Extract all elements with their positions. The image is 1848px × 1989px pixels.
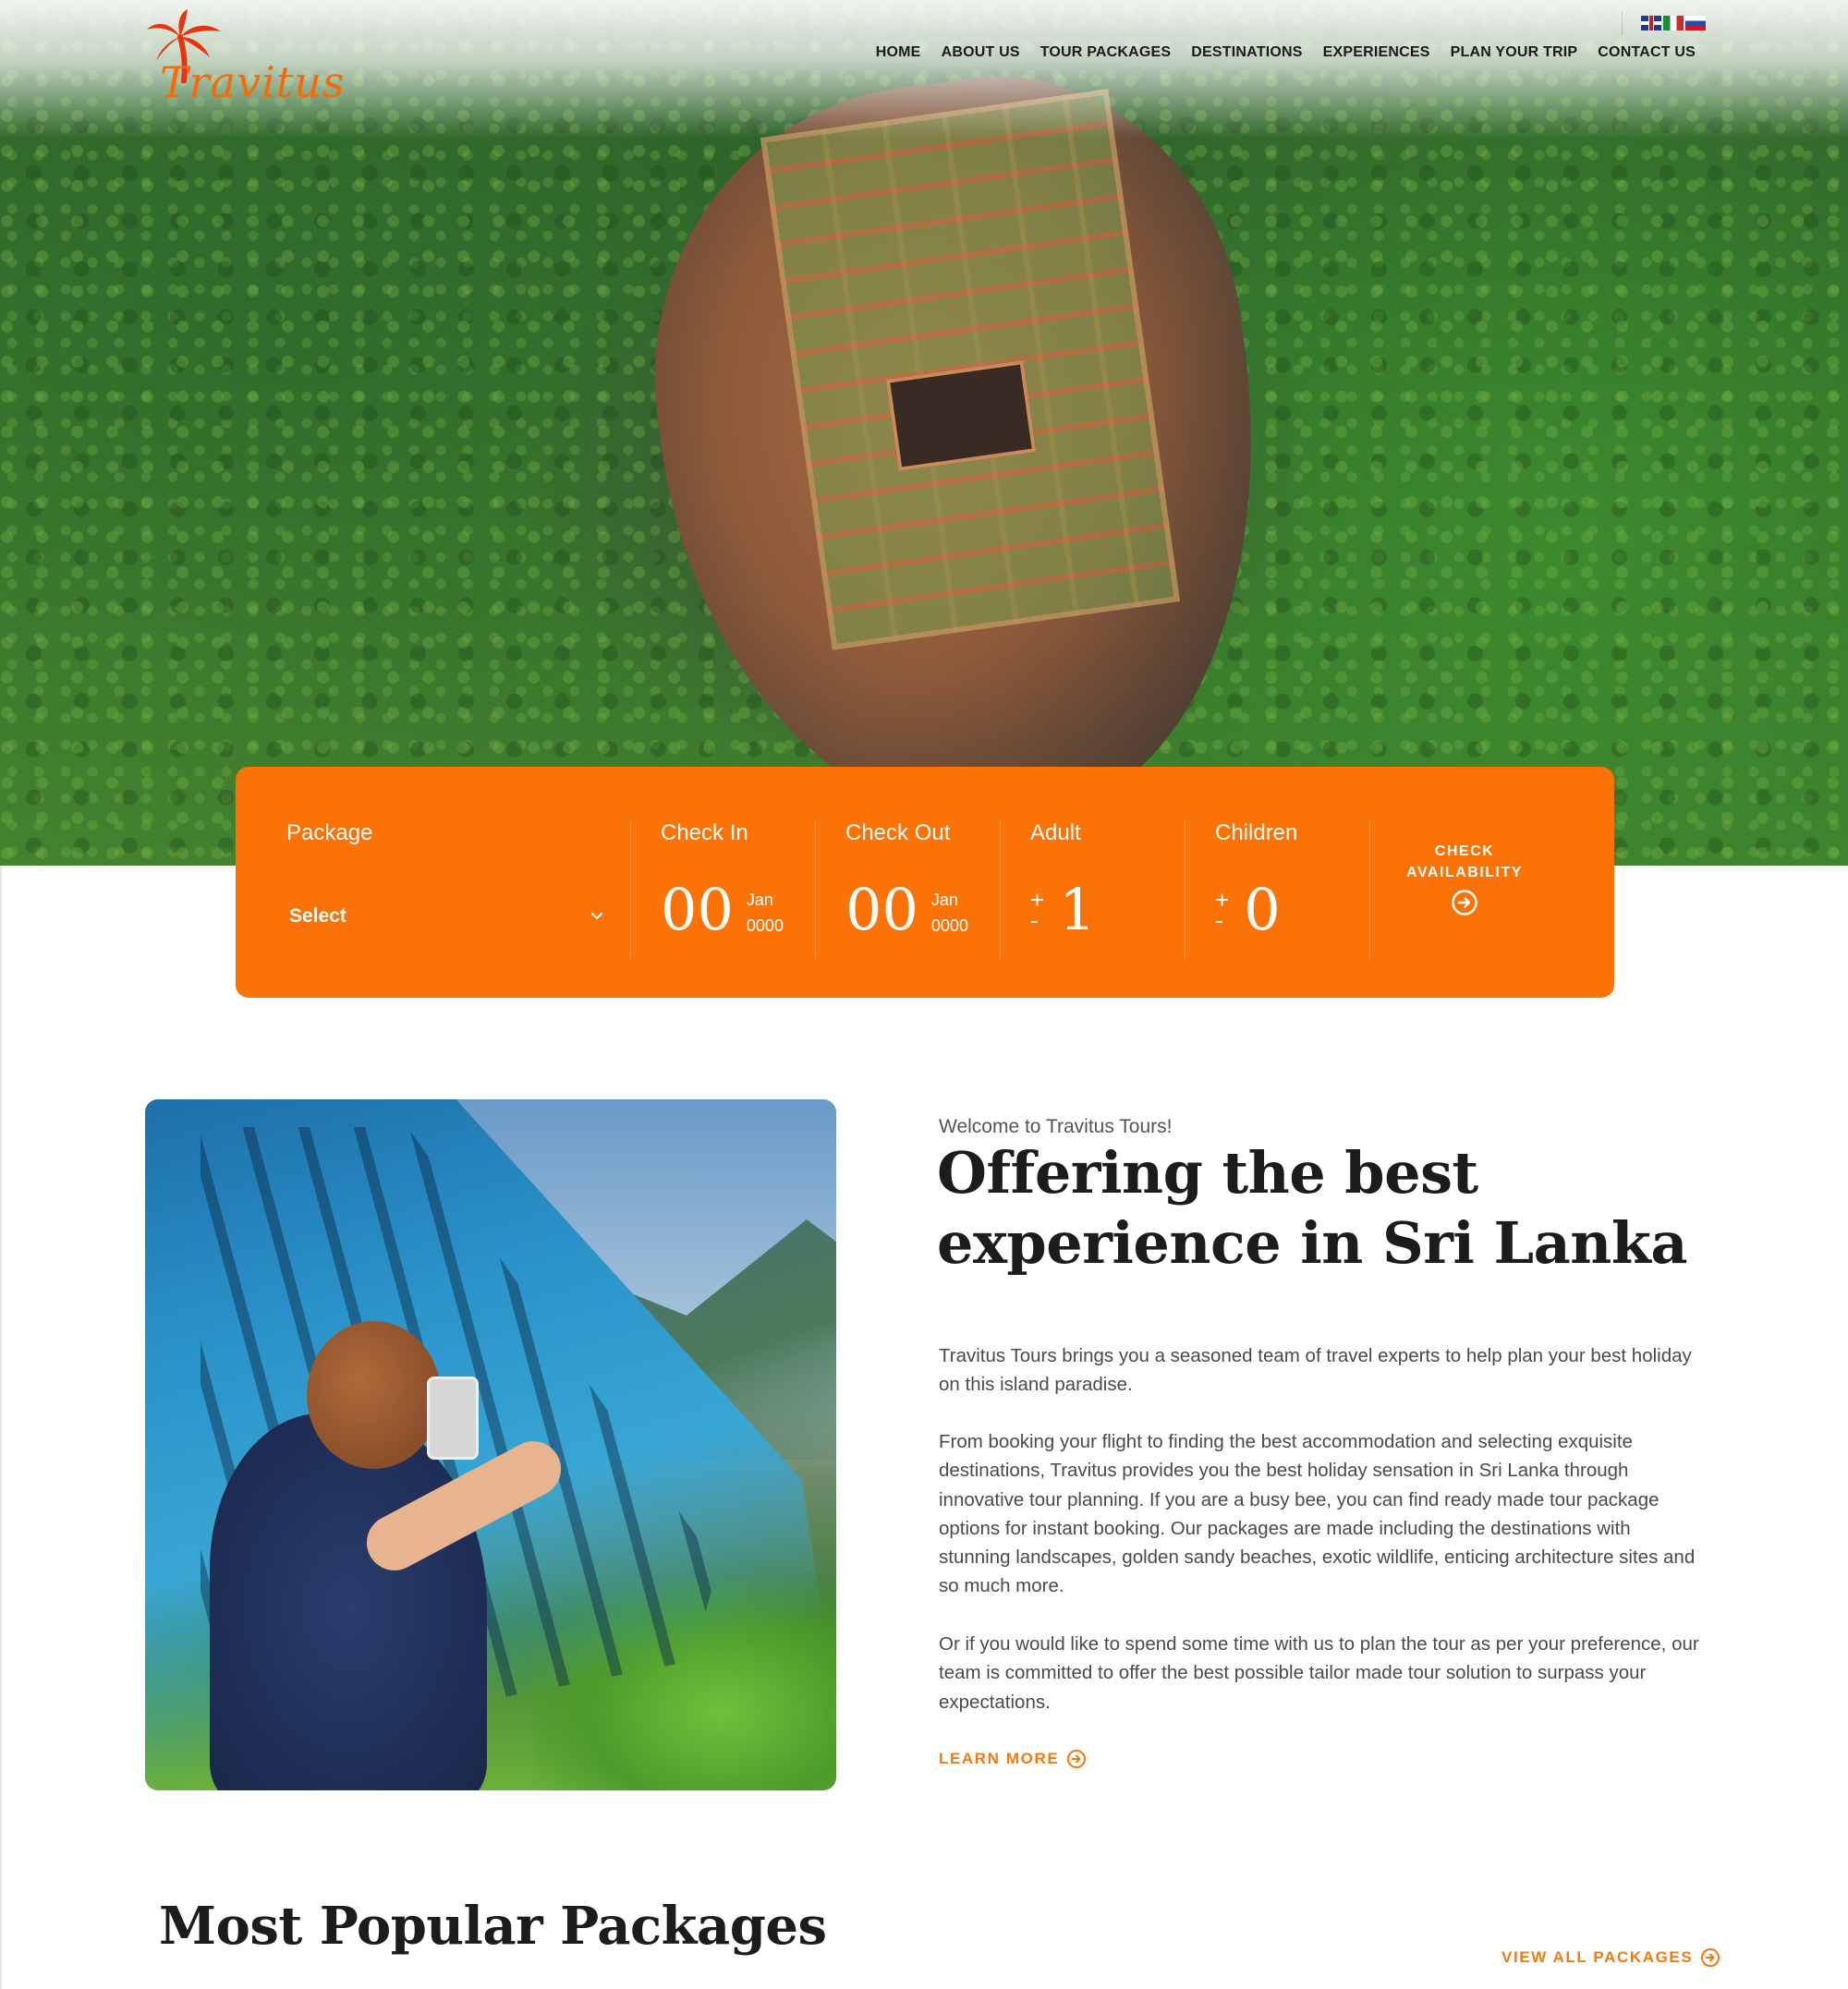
arrow-circle-right-icon [1067,1750,1087,1768]
check-in-day: 00 [661,876,734,943]
booking-divider [630,820,631,959]
uk-flag-icon[interactable] [1641,16,1661,30]
learn-more-link[interactable]: LEARN MORE [939,1749,1087,1769]
about-paragraph-3: Or if you would like to spend some time … [939,1633,1699,1713]
check-in-year: 0000 [746,916,784,935]
about-paragraph-1: Travitus Tours brings you a seasoned tea… [939,1345,1692,1396]
check-availability-button[interactable]: CHECK AVAILABILITY [1368,841,1562,923]
check-out-label: Check Out [845,820,951,845]
adult-count: 1 [1059,876,1096,943]
nav-tour-packages[interactable]: TOUR PACKAGES [1040,44,1172,61]
children-stepper: + - 0 [1215,878,1281,942]
logo-text: Travitus [160,57,346,107]
popular-packages-title: Most Popular Packages [159,1896,827,1957]
package-select-value: Select [289,905,346,927]
hero-pond [885,360,1037,471]
booking-form: Package Select Check In 00 Jan 0000 Chec… [236,767,1614,998]
russia-flag-icon[interactable] [1685,16,1706,30]
check-out-month: Jan [930,891,958,909]
welcome-text: Welcome to Travitus Tours! [939,1116,1173,1137]
nav-about-us[interactable]: ABOUT US [942,44,1020,61]
check-out-month-year: Jan 0000 [931,887,968,939]
check-out-day: 00 [845,876,918,943]
nav-contact-us[interactable]: CONTACT US [1598,44,1696,61]
check-in-month-year: Jan 0000 [747,887,784,939]
photo-woman-head [307,1321,441,1469]
hero-banner [0,0,1848,866]
package-label: Package [286,820,373,845]
children-label: Children [1215,820,1298,845]
children-stepper-buttons: + - [1215,888,1229,932]
view-all-packages-link[interactable]: VIEW ALL PACKAGES [1502,1947,1720,1968]
nav-plan-your-trip[interactable]: PLAN YOUR TRIP [1451,44,1578,61]
chevron-down-icon [591,913,602,920]
about-headline: Offering the best experience in Sri Lank… [937,1138,1695,1279]
travitus-logo[interactable]: Travitus [143,9,345,120]
booking-divider [1000,820,1001,959]
children-minus-button[interactable]: - [1215,908,1229,932]
photo-woman [210,1413,487,1790]
package-select[interactable]: Select [289,898,603,935]
language-switcher [1622,11,1706,35]
check-availability-line2: AVAILABILITY [1406,865,1523,880]
nav-destinations[interactable]: DESTINATIONS [1191,44,1302,61]
adult-minus-button[interactable]: - [1030,908,1044,932]
train-travel-photo [145,1099,836,1790]
view-all-packages-label: VIEW ALL PACKAGES [1502,1948,1694,1966]
check-out-date[interactable]: 00 Jan 0000 [845,878,968,942]
page-edge [0,866,2,1989]
adult-label: Adult [1030,820,1081,845]
photo-phone [427,1377,479,1460]
check-out-year: 0000 [930,916,968,935]
check-availability-line1: CHECK [1434,843,1495,859]
about-paragraph-2: From booking your flight to finding the … [939,1431,1696,1597]
children-count: 0 [1244,876,1281,943]
nav-home[interactable]: HOME [876,44,921,61]
check-in-label: Check In [661,820,748,845]
learn-more-label: LEARN MORE [939,1750,1060,1767]
check-in-month: Jan [746,891,773,909]
adult-stepper: + - 1 [1030,878,1096,942]
about-headline-line2: experience in Sri Lanka [937,1209,1688,1277]
adult-stepper-buttons: + - [1030,888,1044,932]
about-headline-line1: Offering the best [937,1139,1478,1207]
nav-experiences[interactable]: EXPERIENCES [1323,44,1430,61]
main-nav: HOME ABOUT US TOUR PACKAGES DESTINATIONS… [876,44,1696,61]
check-in-date[interactable]: 00 Jan 0000 [661,878,784,942]
arrow-circle-right-icon [1452,890,1477,916]
italy-flag-icon[interactable] [1663,16,1684,30]
booking-divider [815,820,816,959]
arrow-circle-right-icon [1701,1948,1720,1967]
